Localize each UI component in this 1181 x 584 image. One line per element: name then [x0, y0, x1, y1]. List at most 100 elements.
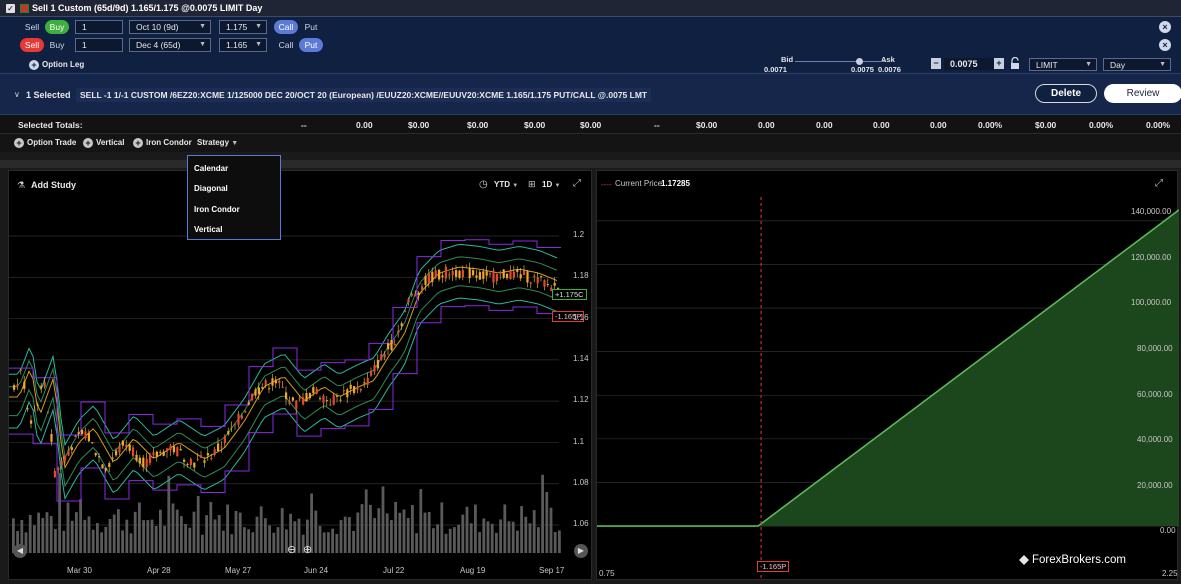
totals-cell: $0.00: [524, 120, 546, 130]
review-button[interactable]: Review: [1104, 84, 1181, 103]
price-slider-track[interactable]: [795, 61, 885, 62]
candle: [506, 273, 509, 279]
volume-bar: [486, 521, 490, 553]
volume-bar: [58, 473, 61, 553]
tif-select[interactable]: Day ▼: [1103, 58, 1171, 71]
price-decrement-button[interactable]: −: [931, 58, 941, 69]
x-tick: 0.75: [599, 569, 615, 578]
strategy-dropdown[interactable]: Strategy ▼: [197, 138, 238, 147]
leg-put-toggle[interactable]: Put: [299, 20, 323, 34]
candle: [523, 270, 526, 276]
leg-sell-toggle[interactable]: Sell: [20, 38, 44, 52]
leg-qty-input[interactable]: 1: [75, 38, 123, 52]
candle: [288, 401, 291, 404]
lock-icon[interactable]: [1010, 56, 1020, 69]
strategy-menu-item[interactable]: Calendar: [194, 164, 228, 173]
volume-bar: [83, 519, 87, 553]
candle: [23, 381, 26, 389]
volume-bar: [96, 523, 99, 553]
candle: [302, 397, 305, 405]
lower-channel-line: [9, 305, 561, 502]
candle: [94, 452, 97, 456]
chevron-down-icon: ▼: [231, 140, 239, 147]
candle: [70, 447, 73, 450]
candle: [111, 457, 114, 459]
leg-sell-toggle[interactable]: Sell: [20, 20, 44, 34]
leg-expiry-select[interactable]: Dec 4 (65d) ▼: [129, 38, 211, 52]
leg-buy-toggle[interactable]: Buy: [45, 38, 69, 52]
volume-bar: [364, 489, 368, 553]
candle: [162, 451, 165, 456]
chevron-down-icon: ▼: [512, 183, 519, 189]
delete-button[interactable]: Delete: [1035, 84, 1097, 103]
volume-bar: [503, 504, 507, 553]
volume-bar: [255, 516, 259, 553]
limit-price-input[interactable]: 0.0075: [944, 58, 994, 70]
volume-bar: [474, 504, 477, 553]
add-option-trade-button[interactable]: + Option Trade: [14, 138, 76, 148]
leg-call-toggle[interactable]: Call: [274, 20, 298, 34]
clock-icon: ◷: [479, 179, 488, 190]
volume-bar: [175, 509, 179, 553]
range-select[interactable]: YTD ▼: [494, 180, 518, 189]
leg-strike-select[interactable]: 1.165 ▼: [219, 38, 267, 52]
candle: [220, 446, 223, 448]
volume-bar: [377, 508, 381, 553]
volume-bar: [327, 532, 330, 553]
expand-icon[interactable]: ⤢: [1155, 178, 1163, 189]
volume-bar: [184, 523, 187, 553]
zoom-out-icon[interactable]: ⊖: [287, 543, 296, 556]
order-checkbox[interactable]: ✓: [6, 4, 15, 13]
add-iron-condor-button[interactable]: + Iron Condor: [133, 138, 192, 148]
candle: [404, 311, 407, 313]
volume-bar: [222, 530, 225, 553]
price-chart-canvas[interactable]: [9, 197, 593, 581]
candle: [64, 455, 67, 461]
scroll-right-icon[interactable]: ▶: [574, 544, 588, 558]
candle: [444, 266, 447, 279]
strategy-menu-item[interactable]: Iron Condor: [194, 205, 240, 214]
candle: [465, 267, 468, 269]
forexbrokers-watermark: ForexBrokers.com: [1032, 554, 1126, 566]
candle: [91, 442, 94, 444]
leg-buy-toggle[interactable]: Buy: [45, 20, 69, 34]
volume-bar: [125, 519, 129, 553]
volume-bar: [234, 510, 238, 553]
chevron-down-icon: ▼: [199, 41, 206, 48]
add-option-leg-button[interactable]: + Option Leg: [29, 59, 84, 70]
add-study-button[interactable]: Add Study: [31, 180, 76, 190]
candle: [118, 445, 121, 453]
remove-leg-icon[interactable]: ×: [1159, 39, 1171, 51]
candle: [325, 400, 328, 402]
volume-bar: [528, 523, 532, 553]
price-slider-handle[interactable]: [856, 58, 863, 65]
x-tick: 2.25: [1162, 569, 1178, 578]
collapse-chevron-icon[interactable]: ∨: [14, 90, 20, 99]
leg-call-toggle[interactable]: Call: [274, 38, 298, 52]
candle: [169, 445, 172, 450]
candle: [543, 280, 546, 287]
remove-leg-icon[interactable]: ×: [1159, 21, 1171, 33]
y-tick: 20,000.00: [1137, 481, 1173, 490]
y-tick: 60,000.00: [1137, 390, 1173, 399]
ask-value: 0.0076: [878, 65, 901, 74]
price-increment-button[interactable]: +: [994, 58, 1004, 69]
y-tick: 140,000.00: [1131, 207, 1172, 216]
leg-expiry-select[interactable]: Oct 10 (9d) ▼: [129, 20, 211, 34]
strategy-menu-item[interactable]: Diagonal: [194, 184, 228, 193]
leg-qty-input[interactable]: 1: [75, 20, 123, 34]
leg-strike-select[interactable]: 1.175 ▼: [219, 20, 267, 34]
expand-icon[interactable]: ⤢: [573, 178, 581, 189]
candle: [57, 467, 60, 471]
zoom-in-icon[interactable]: ⊕: [303, 543, 312, 556]
strategy-menu-item[interactable]: Vertical: [194, 225, 222, 234]
order-type-select[interactable]: LIMIT ▼: [1029, 58, 1097, 71]
add-vertical-button[interactable]: + Vertical: [83, 138, 124, 148]
chevron-down-icon: ▼: [554, 183, 561, 189]
scroll-left-icon[interactable]: ◀: [13, 544, 27, 558]
leg-put-toggle[interactable]: Put: [299, 38, 323, 52]
candle: [145, 458, 148, 468]
risk-profile-canvas[interactable]: [597, 197, 1179, 581]
interval-select[interactable]: 1D ▼: [542, 180, 560, 189]
chevron-down-icon: ▼: [1159, 61, 1166, 68]
